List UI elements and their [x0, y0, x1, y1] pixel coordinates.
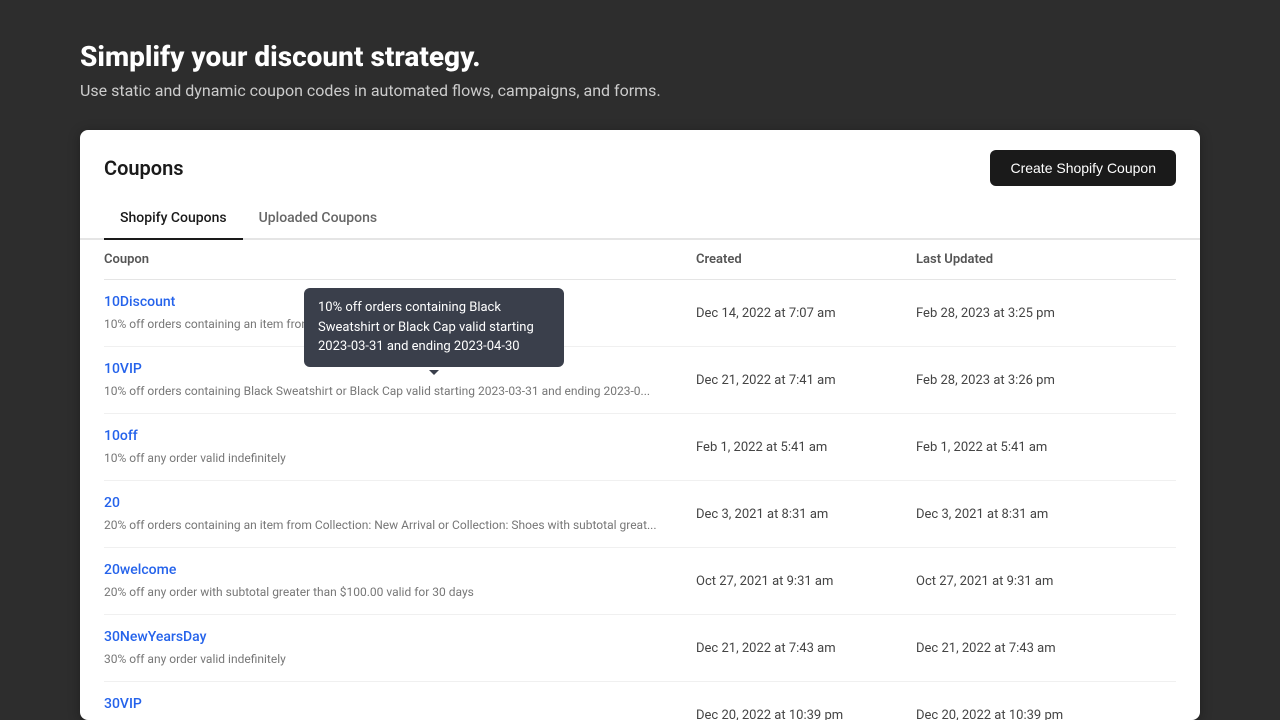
- coupon-description: 20% off any order with subtotal greater …: [104, 585, 474, 599]
- coupon-name-link[interactable]: 20: [104, 495, 696, 511]
- coupon-created-date: Oct 27, 2021 at 9:31 am: [696, 562, 916, 600]
- tabs: Shopify Coupons Uploaded Coupons: [80, 202, 1200, 240]
- coupon-updated-date: Dec 3, 2021 at 8:31 am: [916, 495, 1176, 533]
- column-header-created: Created: [696, 252, 916, 267]
- coupon-cell: 30NewYearsDay 30% off any order valid in…: [104, 629, 696, 667]
- coupon-updated-date: Oct 27, 2021 at 9:31 am: [916, 562, 1176, 600]
- table-row: 10Discount 10% off orders containing an …: [104, 280, 1176, 347]
- coupon-cell: 10off 10% off any order valid indefinite…: [104, 428, 696, 466]
- card-header: Coupons Create Shopify Coupon: [80, 130, 1200, 186]
- table-row: 10off 10% off any order valid indefinite…: [104, 414, 1176, 481]
- coupon-tooltip: 10% off orders containing Black Sweatshi…: [304, 288, 564, 367]
- create-shopify-coupon-button[interactable]: Create Shopify Coupon: [990, 150, 1176, 186]
- table-row: 10VIP 10% off orders containing Black Sw…: [104, 347, 1176, 414]
- coupon-cell: 30VIP 30% off any order valid until 2023…: [104, 696, 696, 720]
- coupon-table: Coupon Created Last Updated 10Discount 1…: [80, 240, 1200, 720]
- tab-uploaded-coupons[interactable]: Uploaded Coupons: [243, 202, 394, 240]
- coupon-created-date: Dec 14, 2022 at 7:07 am: [696, 294, 916, 332]
- coupon-created-date: Feb 1, 2022 at 5:41 am: [696, 428, 916, 466]
- coupon-cell: 10Discount 10% off orders containing an …: [104, 294, 696, 332]
- coupon-cell: 20welcome 20% off any order with subtota…: [104, 562, 696, 600]
- column-header-updated: Last Updated: [916, 252, 1176, 267]
- coupon-name-link[interactable]: 30VIP: [104, 696, 696, 712]
- coupon-cell: 10VIP 10% off orders containing Black Sw…: [104, 361, 696, 399]
- card-title: Coupons: [104, 156, 184, 180]
- coupon-name-link[interactable]: 30NewYearsDay: [104, 629, 696, 645]
- coupon-description: 30% off any order valid indefinitely: [104, 652, 286, 666]
- hero-section: Simplify your discount strategy. Use sta…: [80, 40, 1200, 100]
- coupon-updated-date: Feb 28, 2023 at 3:25 pm: [916, 294, 1176, 332]
- coupon-name-link[interactable]: 20welcome: [104, 562, 696, 578]
- coupon-name-link[interactable]: 10off: [104, 428, 696, 444]
- coupon-cell: 20 20% off orders containing an item fro…: [104, 495, 696, 533]
- coupon-updated-date: Feb 28, 2023 at 3:26 pm: [916, 361, 1176, 399]
- coupon-description: 20% off orders containing an item from C…: [104, 518, 657, 532]
- table-row: 30VIP 30% off any order valid until 2023…: [104, 682, 1176, 720]
- coupon-updated-date: Feb 1, 2022 at 5:41 am: [916, 428, 1176, 466]
- coupon-created-date: Dec 21, 2022 at 7:43 am: [696, 629, 916, 667]
- hero-subtitle: Use static and dynamic coupon codes in a…: [80, 81, 1200, 100]
- table-header: Coupon Created Last Updated: [104, 240, 1176, 280]
- table-row: 20welcome 20% off any order with subtota…: [104, 548, 1176, 615]
- coupon-description: 10% off orders containing Black Sweatshi…: [104, 384, 650, 398]
- coupon-updated-date: Dec 21, 2022 at 7:43 am: [916, 629, 1176, 667]
- tab-shopify-coupons[interactable]: Shopify Coupons: [104, 202, 243, 240]
- coupon-created-date: Dec 3, 2021 at 8:31 am: [696, 495, 916, 533]
- table-row: 20 20% off orders containing an item fro…: [104, 481, 1176, 548]
- coupon-created-date: Dec 21, 2022 at 7:41 am: [696, 361, 916, 399]
- table-row: 30NewYearsDay 30% off any order valid in…: [104, 615, 1176, 682]
- column-header-coupon: Coupon: [104, 252, 696, 267]
- coupon-created-date: Dec 20, 2022 at 10:39 pm: [696, 696, 916, 720]
- hero-title: Simplify your discount strategy.: [80, 40, 1200, 73]
- table-body: 10Discount 10% off orders containing an …: [104, 280, 1176, 720]
- coupon-updated-date: Dec 20, 2022 at 10:39 pm: [916, 696, 1176, 720]
- coupon-description: 10% off any order valid indefinitely: [104, 451, 286, 465]
- main-card: Coupons Create Shopify Coupon Shopify Co…: [80, 130, 1200, 720]
